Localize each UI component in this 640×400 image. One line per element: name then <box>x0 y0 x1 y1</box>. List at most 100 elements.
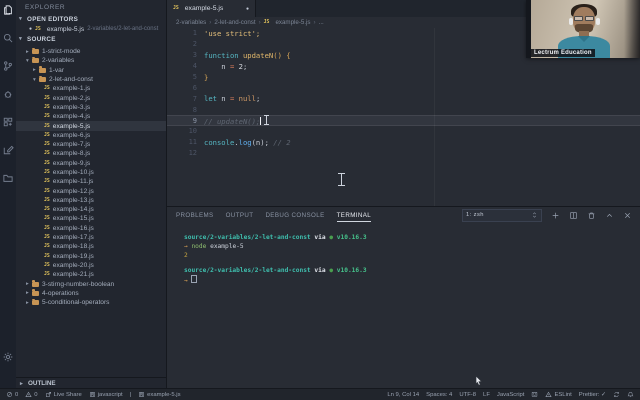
source-control-icon[interactable] <box>2 60 14 72</box>
maximize-panel-icon[interactable] <box>605 211 614 220</box>
new-terminal-icon[interactable] <box>551 211 560 220</box>
extension-r-icon <box>89 391 96 398</box>
terminal-shell-selector[interactable]: 1: zsh <box>462 208 542 222</box>
tree-item-example-1.js[interactable]: JS example-1.js <box>16 84 166 93</box>
panel-tab-terminal[interactable]: TERMINAL <box>336 209 372 222</box>
status-bar-right: Ln 9, Col 14 Spaces: 4 UTF-8 LF JavaScript ES… <box>387 391 634 398</box>
webcam-watermark: Lectrum Education <box>531 49 595 57</box>
code-line[interactable]: 11 console.log(n); // 2 <box>167 137 640 148</box>
tree-item-example-17.js[interactable]: JS example-17.js <box>16 233 166 242</box>
open-editor-item[interactable]: ● JS example-5.js 2-variables/2-let-and-… <box>16 24 166 34</box>
breadcrumb-file[interactable]: example-5.js <box>275 19 310 26</box>
panel-tab-debug-console[interactable]: DEBUG CONSOLE <box>265 209 324 221</box>
status-notifications[interactable] <box>627 391 634 398</box>
tree-item-example-9.js[interactable]: JS example-9.js <box>16 159 166 168</box>
source-section-header[interactable]: ▾ SOURCE <box>16 34 166 44</box>
status-eol[interactable]: LF <box>483 392 490 398</box>
bottom-panel: PROBLEMS OUTPUT DEBUG CONSOLE TERMINAL 1: zs… <box>167 206 640 389</box>
tree-item-example-3.js[interactable]: JS example-3.js <box>16 103 166 112</box>
tree-item-example-14.js[interactable]: JS example-14.js <box>16 205 166 214</box>
tree-item-1-strict-mode[interactable]: ▸ 1-strict-mode <box>16 47 166 56</box>
tree-item-2-variables[interactable]: ▾ 2-variables <box>16 56 166 65</box>
file-tree: ▸ 1-strict-mode ▾ 2-variables ▸ 1-var ▾ 2-let-a… <box>16 47 166 307</box>
tree-item-example-16.js[interactable]: JS example-16.js <box>16 224 166 233</box>
activity-bar <box>0 0 16 389</box>
panel-tab-bar: PROBLEMS OUTPUT DEBUG CONSOLE TERMINAL 1: zs… <box>167 207 640 223</box>
vscode-window: EXPLORER ▾ OPEN EDITORS ● JS example-5.j… <box>0 0 640 400</box>
code-line[interactable]: 8 <box>167 104 640 115</box>
extensions-icon[interactable] <box>2 116 14 128</box>
close-panel-icon[interactable] <box>623 211 632 220</box>
tree-item-example-19.js[interactable]: JS example-19.js <box>16 252 166 261</box>
terminal[interactable]: source/2-variables/2-let-and-const via ●… <box>167 223 640 286</box>
code-line[interactable]: 7 let n = null; <box>167 93 640 104</box>
status-encoding[interactable]: UTF-8 <box>459 392 476 398</box>
status-separator[interactable]: | <box>130 392 132 398</box>
status-indentation[interactable]: Spaces: 4 <box>426 392 452 398</box>
code-line[interactable]: 10 <box>167 126 640 137</box>
open-editors-header[interactable]: ▾ OPEN EDITORS <box>16 14 166 24</box>
tree-item-example-6.js[interactable]: JS example-6.js <box>16 131 166 140</box>
status-feedback[interactable] <box>531 391 538 398</box>
status-language-mode[interactable]: JavaScript <box>497 392 525 398</box>
edit-icon[interactable] <box>2 144 14 156</box>
status-errors[interactable]: 0 <box>6 391 18 398</box>
status-file-indicator[interactable]: example-5.js <box>138 391 181 398</box>
tree-item-example-2.js[interactable]: JS example-2.js <box>16 93 166 102</box>
tree-item-example-12.js[interactable]: JS example-12.js <box>16 186 166 195</box>
split-terminal-icon[interactable] <box>569 211 578 220</box>
tab-example-5[interactable]: JS example-5.js ● <box>167 0 256 17</box>
status-cursor-position[interactable]: Ln 9, Col 14 <box>387 392 419 398</box>
tree-item-example-15.js[interactable]: JS example-15.js <box>16 214 166 223</box>
status-live-share[interactable]: Live Share <box>45 391 82 398</box>
kill-terminal-icon[interactable] <box>587 211 596 220</box>
explorer-sidebar: EXPLORER ▾ OPEN EDITORS ● JS example-5.j… <box>16 0 167 389</box>
tree-item-5-conditional-operators[interactable]: ▸ 5-conditional-operators <box>16 298 166 307</box>
search-icon[interactable] <box>2 32 14 44</box>
debug-icon[interactable] <box>2 88 14 100</box>
tree-item-example-11.js[interactable]: JS example-11.js <box>16 177 166 186</box>
status-prettier[interactable]: Prettier: ✓ <box>579 392 606 398</box>
tree-item-example-10.js[interactable]: JS example-10.js <box>16 168 166 177</box>
remote-explorer-icon[interactable] <box>2 172 14 184</box>
code-line[interactable]: 12 <box>167 148 640 159</box>
tree-item-3-stirng-number-boolean[interactable]: ▸ 3-stirng-number-boolean <box>16 279 166 288</box>
chevron-right-icon: ▸ <box>20 380 23 387</box>
modified-dot-icon[interactable]: ● <box>246 6 249 12</box>
status-sync[interactable] <box>613 391 620 398</box>
tree-item-2-let-and-const[interactable]: ▾ 2-let-and-const <box>16 75 166 84</box>
status-eslint[interactable]: ESLint <box>545 391 572 398</box>
warning-icon <box>25 391 32 398</box>
code-line[interactable]: 9// updateN(); <box>167 115 640 126</box>
code-line[interactable]: 4 n = 2; <box>167 61 640 72</box>
terminal-line: → node example-5 <box>184 243 244 251</box>
code-line[interactable]: 6 <box>167 82 640 93</box>
breadcrumb-symbol[interactable]: ... <box>319 19 324 26</box>
mouse-arrow-cursor <box>475 373 483 391</box>
tree-item-example-18.js[interactable]: JS example-18.js <box>16 242 166 251</box>
tree-item-example-7.js[interactable]: JS example-7.js <box>16 140 166 149</box>
panel-tab-problems[interactable]: PROBLEMS <box>176 209 214 221</box>
tree-item-example-21.js[interactable]: JS example-21.js <box>16 270 166 279</box>
status-language-indicator[interactable]: javascript <box>89 391 123 398</box>
chevron-down-icon: ▾ <box>19 16 23 22</box>
terminal-line: source/2-variables/2-let-and-const via ●… <box>184 234 367 241</box>
tree-item-example-5.js[interactable]: JS example-5.js <box>16 121 166 131</box>
status-warnings[interactable]: 0 <box>25 391 38 398</box>
settings-gear-icon[interactable] <box>2 351 14 363</box>
tree-item-1-var[interactable]: ▸ 1-var <box>16 66 166 75</box>
panel-tab-output[interactable]: OUTPUT <box>226 209 254 221</box>
tree-item-example-20.js[interactable]: JS example-20.js <box>16 261 166 270</box>
tree-item-example-8.js[interactable]: JS example-8.js <box>16 149 166 158</box>
breadcrumb-folder[interactable]: 2-let-and-const <box>214 19 255 26</box>
code-line[interactable]: 5} <box>167 72 640 83</box>
chevron-right-icon: › <box>313 19 316 26</box>
tree-item-4-operations[interactable]: ▸ 4-operations <box>16 289 166 298</box>
mouse-ibeam-cursor <box>338 172 345 190</box>
terminal-line: 2 <box>184 252 188 260</box>
breadcrumb-folder[interactable]: 2-variables <box>176 19 206 26</box>
tree-item-example-13.js[interactable]: JS example-13.js <box>16 196 166 205</box>
tree-item-example-4.js[interactable]: JS example-4.js <box>16 112 166 121</box>
open-editor-path: 2-variables/2-let-and-const <box>87 26 159 32</box>
explorer-icon[interactable] <box>2 4 14 16</box>
